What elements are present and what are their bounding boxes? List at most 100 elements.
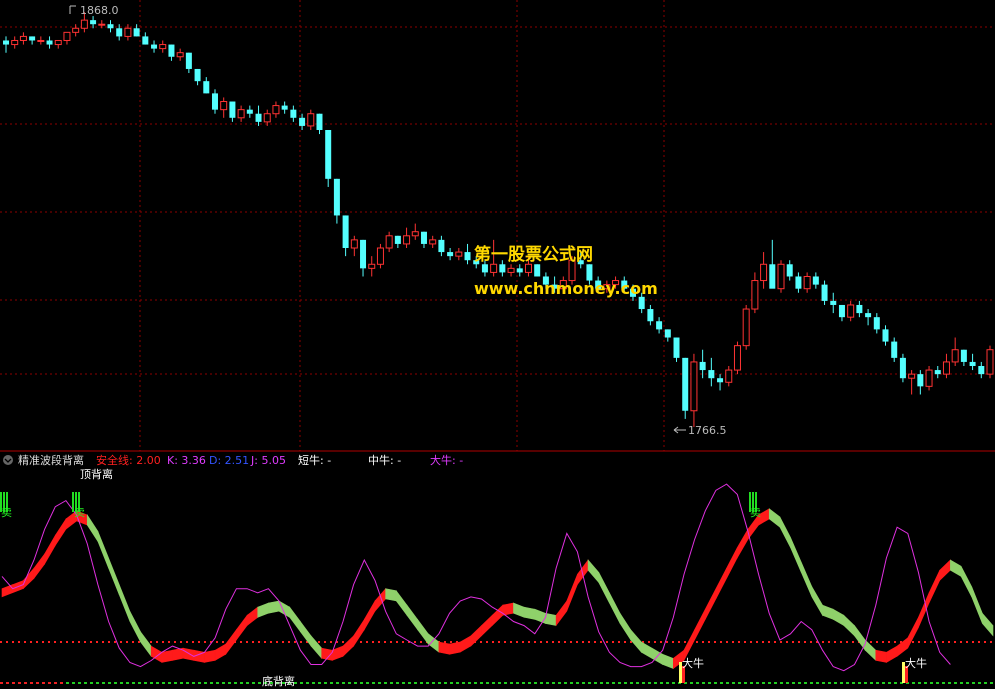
candle-body [908, 373, 916, 379]
k-value: K: 3.36 [167, 454, 206, 467]
grid-lines [0, 0, 995, 451]
candle-body [80, 19, 88, 29]
ribbon-segment [385, 588, 397, 602]
candle-body [220, 101, 228, 111]
candle-body [360, 239, 367, 269]
candle-body [420, 231, 427, 244]
candle-body [986, 349, 994, 375]
bottom-divergence-label: 底背离 [262, 674, 295, 688]
ribbon-segment [470, 624, 482, 647]
candle-body [891, 341, 898, 358]
ribbon-segment [800, 561, 813, 597]
ribbon-segment [960, 566, 972, 597]
candle-body [37, 39, 45, 42]
ribbon-segment [97, 531, 109, 569]
candlestick-series [3, 12, 994, 428]
ribbon-segment [140, 630, 152, 658]
ribbon-segment [566, 574, 578, 612]
candle-body [203, 81, 210, 94]
big-bull-signal-2: 大牛 [905, 656, 927, 670]
candle-body [176, 52, 184, 58]
ribbon-segment [364, 599, 376, 631]
candle-body [307, 113, 315, 127]
candle-body [777, 263, 785, 290]
j-value: J: 5.05 [250, 454, 286, 467]
ribbon-segment [289, 606, 301, 633]
candle-body [760, 263, 768, 282]
candle-body [455, 251, 463, 257]
ribbon-segment [619, 612, 631, 641]
candle-body [342, 215, 349, 248]
ribbon-segment [928, 570, 941, 604]
candle-body [708, 370, 715, 379]
ribbon-segment [534, 608, 546, 624]
candle-body [11, 39, 19, 46]
candle-body [821, 284, 828, 301]
candle-body [647, 309, 654, 322]
ribbon-segment [342, 635, 354, 657]
candle-body [856, 304, 863, 314]
ribbon-segment [715, 568, 727, 599]
ribbon-segment [353, 618, 365, 648]
ribbon-segment [204, 649, 216, 663]
candle-body [211, 93, 218, 110]
ribbon-segment [438, 641, 450, 655]
ribbon-segment [225, 628, 237, 656]
candle-body [934, 370, 941, 375]
short-bull-value: 短牛: - [298, 453, 331, 467]
candle-body [882, 329, 889, 342]
candle-body [29, 36, 36, 41]
candle-body [333, 178, 340, 216]
low-price-marker: 1766.5 [673, 424, 727, 437]
ribbon-segment [811, 585, 823, 617]
candle-body [429, 239, 437, 245]
ribbon-segment [545, 612, 557, 626]
candle-body [63, 31, 71, 41]
candle-body [142, 36, 149, 45]
candle-body [98, 23, 106, 26]
candle-body [107, 24, 114, 29]
high-price-label: 1868.0 [80, 4, 119, 17]
mid-bull-value: 中牛: - [368, 453, 401, 467]
ribbon-segment [459, 635, 472, 653]
candle-body [325, 130, 332, 179]
ribbon-segment [704, 588, 717, 620]
ribbon-segment [214, 643, 227, 661]
ribbon-segment [662, 653, 674, 669]
ribbon-segment [44, 534, 56, 566]
low-price-label: 1766.5 [688, 424, 727, 437]
ribbon-segment [427, 633, 440, 653]
ribbon-segment [641, 641, 653, 659]
indicator-name: 精准波段背离 [18, 453, 84, 467]
ribbon-segment [768, 508, 781, 528]
candle-body [769, 264, 776, 289]
candle-body [124, 27, 132, 37]
candle-body [786, 264, 793, 277]
candle-body [133, 28, 140, 37]
candle-body [46, 40, 53, 45]
candle-body [290, 109, 297, 118]
candle-body [847, 304, 855, 318]
candle-body [481, 264, 488, 273]
sell-label-3: 卖 [750, 506, 761, 519]
ribbon-segment [950, 559, 962, 577]
collapse-toggle-icon[interactable] [3, 455, 13, 465]
candle-body [499, 264, 506, 273]
candle-body [951, 349, 959, 363]
indicator-header: 精准波段背离 安全线: 2.00 K: 3.36 D: 2.51 J: 5.05… [3, 453, 463, 467]
ribbon-segment [779, 516, 791, 548]
d-value: D: 2.51 [209, 454, 249, 467]
ribbon-segment [86, 513, 99, 543]
ribbon-segment [609, 592, 621, 624]
candle-body [925, 369, 933, 387]
candle-body [664, 329, 671, 338]
candle-body [299, 117, 306, 126]
ribbon-segment [310, 635, 322, 660]
ribbon-segment [886, 645, 898, 663]
ribbon-segment [108, 557, 120, 595]
sell-label-1: 卖 [1, 506, 12, 519]
candle-body [942, 361, 950, 375]
ribbon-segment [832, 608, 845, 627]
ribbon-segment [449, 641, 461, 655]
candle-body [656, 321, 663, 330]
